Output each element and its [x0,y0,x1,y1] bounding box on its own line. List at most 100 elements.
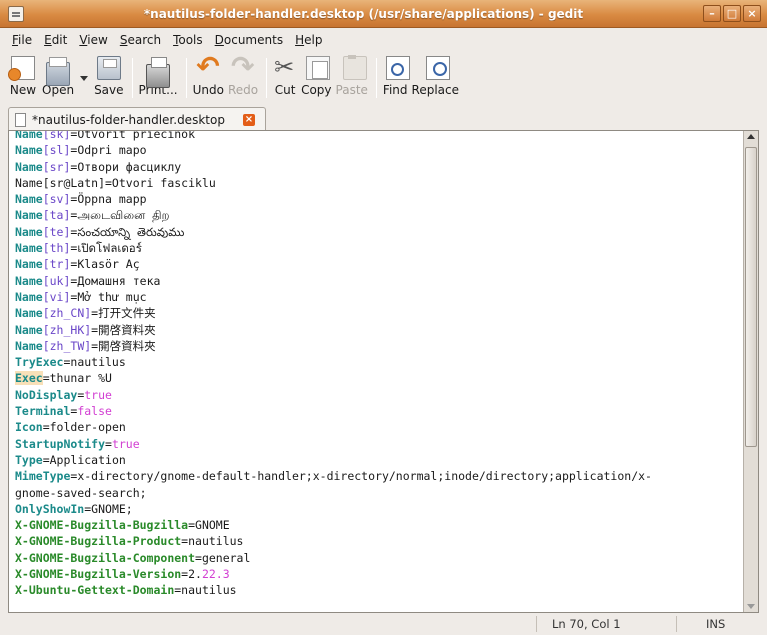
code-line[interactable]: Name[sl]=Odpri mapo [15,142,743,158]
code-line[interactable]: Name[te]=సంచయాన్ని తెరువుము [15,224,743,240]
text-document-icon [15,112,26,127]
minimize-button[interactable]: – [703,5,721,22]
code-token: X-Ubuntu-Gettext-Domain [15,583,175,598]
redo-button[interactable]: Redo [228,50,258,100]
window-title: *nautilus-folder-handler.desktop (/usr/s… [143,6,584,21]
save-button[interactable]: Save [94,52,124,100]
copy-button[interactable]: Copy [301,52,332,100]
code-token: Name [15,159,43,174]
menu-tools[interactable]: Tools [167,30,209,50]
code-token: =folder-open [42,420,126,435]
code-token: =Mở thư mục [70,289,147,304]
code-token: gnome-saved-search; [15,485,147,500]
text-editor[interactable]: Name[sk]=Otvoriť priečinok Name[sl]=Odpri… [8,130,759,613]
code-line[interactable]: X-Ubuntu-Gettext-Domain=nautilus [15,582,743,598]
code-token: true [84,387,112,402]
code-line[interactable]: Name[uk]=Домашня тека [15,273,743,289]
status-divider [536,616,537,632]
code-token: Name [15,289,43,304]
scroll-down-icon[interactable] [747,604,755,609]
open-folder-icon [46,57,71,86]
code-token: Name [15,224,43,239]
code-line[interactable]: Name[sr@Latn]=Otvori fasciklu [15,175,743,191]
code-token: =2. [181,567,202,582]
code-token: StartupNotify [15,436,106,451]
code-line[interactable]: Name[th]=เปิดโฟลเดอร์ [15,240,743,256]
menu-view[interactable]: View [73,30,113,50]
insert-mode: INS [706,617,726,631]
scrollbar-thumb[interactable] [745,147,757,447]
replace-icon [426,56,451,80]
code-line[interactable]: Terminal=false [15,403,743,419]
code-line[interactable]: MimeType=x-directory/gnome-default-handl… [15,468,743,484]
code-line[interactable]: Icon=folder-open [15,419,743,435]
undo-button[interactable]: Undo [193,50,224,100]
code-token: Name [15,130,43,141]
gedit-app-icon[interactable] [8,5,24,22]
code-line[interactable]: Name[zh_TW]=開啓資料夾 [15,338,743,354]
copy-icon [306,56,331,80]
code-line[interactable]: OnlyShowIn=GNOME; [15,501,743,517]
menu-file[interactable]: File [6,30,38,50]
code-token: Name [15,322,43,337]
new-button[interactable]: New [8,52,38,100]
code-line[interactable]: Name[ta]=அடைவினை திற [15,207,743,223]
menu-help[interactable]: Help [289,30,328,50]
code-line[interactable]: X-GNOME-Bugzilla-Component=general [15,550,743,566]
replace-button[interactable]: Replace [412,52,459,100]
open-button[interactable]: Open [42,52,74,100]
code-token: X-GNOME-Bugzilla-Version [15,567,182,582]
code-line[interactable]: NoDisplay=true [15,387,743,403]
menu-search[interactable]: Search [114,30,167,50]
tab-nautilus-folder-handler[interactable]: *nautilus-folder-handler.desktop × [8,107,266,131]
find-button[interactable]: Find [383,52,411,100]
close-window-button[interactable]: × [743,5,761,22]
code-token: [th] [42,241,71,256]
cut-button[interactable]: Cut [273,52,297,100]
maximize-button[interactable]: □ [723,5,741,22]
vertical-scrollbar[interactable] [743,131,758,612]
code-line[interactable]: Type=Application [15,452,743,468]
code-token: MimeType [15,469,71,484]
code-line[interactable]: TryExec=nautilus [15,354,743,370]
code-line[interactable]: X-GNOME-Bugzilla-Product=nautilus [15,533,743,549]
code-token: [zh_HK] [42,322,92,337]
code-line[interactable]: X-GNOME-Bugzilla-Bugzilla=GNOME [15,517,743,533]
code-token: 22.3 [201,567,230,582]
code-token: =GNOME [188,518,230,533]
code-line[interactable]: Name[sv]=Öppna mapp [15,191,743,207]
menu-edit[interactable]: Edit [38,30,73,50]
paste-button[interactable]: Paste [336,52,368,100]
code-token: Name [15,192,43,207]
code-token: =nautilus [181,534,244,549]
code-line[interactable]: Name[sr]=Отвори фасциклу [15,159,743,175]
code-token: [uk] [42,273,71,288]
code-token: [sv] [42,192,71,207]
find-icon [386,56,411,80]
code-line[interactable]: Name[zh_CN]=打开文件夹 [15,305,743,321]
menu-documents[interactable]: Documents [209,30,289,50]
code-line[interactable]: gnome-saved-search; [15,485,743,501]
code-token: Terminal [15,404,71,419]
code-view[interactable]: Name[sk]=Otvoriť priečinok Name[sl]=Odpri… [15,130,743,599]
code-line[interactable]: Name[vi]=Mở thư mục [15,289,743,305]
close-tab-icon[interactable]: × [243,113,255,126]
code-line[interactable]: X-GNOME-Bugzilla-Version=2.22.3 [15,566,743,582]
code-token: Icon [15,420,43,435]
open-recent-dropdown-icon[interactable] [80,76,89,81]
code-token: =సంచయాన్ని తెరువుము [70,224,185,239]
code-token: Name [15,257,43,272]
code-token: =Домашня тека [70,273,161,288]
code-line[interactable]: Name[tr]=Klasör Aç [15,256,743,272]
code-line[interactable]: Name[sk]=Otvoriť priečinok [15,130,743,142]
code-token: Name [15,143,43,158]
code-line[interactable]: StartupNotify=true [15,436,743,452]
code-token: =nautilus [63,355,126,370]
code-token: false [77,404,112,419]
clipboard-icon [342,55,367,80]
code-line[interactable]: Exec=thunar %U [15,370,743,386]
code-line[interactable]: Name[zh_HK]=開啓資料夾 [15,322,743,338]
scroll-up-icon[interactable] [747,134,755,139]
print-button[interactable]: Print... [139,52,178,100]
code-token: Type [15,452,43,467]
